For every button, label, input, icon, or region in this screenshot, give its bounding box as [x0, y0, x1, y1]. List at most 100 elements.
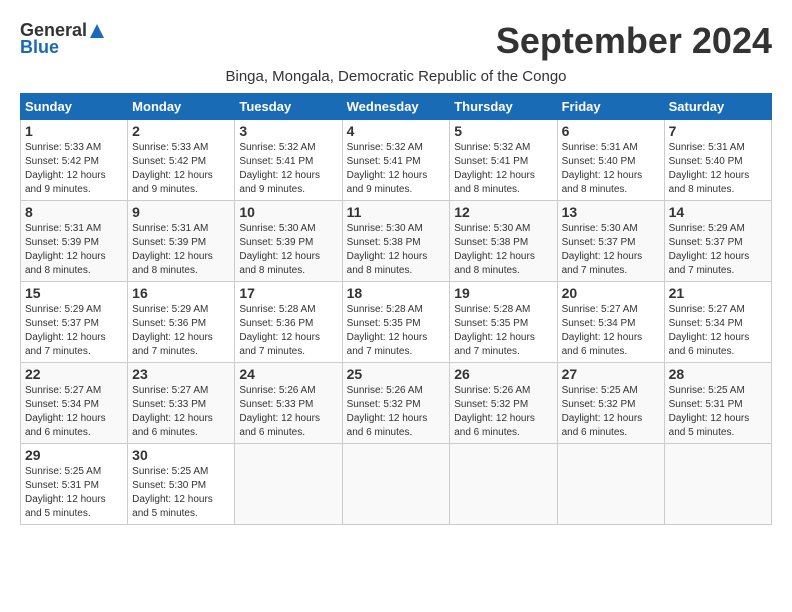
- table-row: 5 Sunrise: 5:32 AMSunset: 5:41 PMDaylight…: [450, 120, 557, 201]
- table-row: 19 Sunrise: 5:28 AMSunset: 5:35 PMDayligh…: [450, 282, 557, 363]
- day-info: Sunrise: 5:25 AMSunset: 5:31 PMDaylight:…: [25, 465, 123, 521]
- calendar-body: 1 Sunrise: 5:33 AMSunset: 5:42 PMDaylight…: [21, 120, 772, 525]
- day-info: Sunrise: 5:28 AMSunset: 5:35 PMDaylight:…: [454, 303, 552, 359]
- day-number: 26: [454, 366, 552, 382]
- day-number: 16: [132, 285, 230, 301]
- day-number: 28: [669, 366, 767, 382]
- day-info: Sunrise: 5:25 AMSunset: 5:31 PMDaylight:…: [669, 384, 767, 440]
- day-info: Sunrise: 5:26 AMSunset: 5:32 PMDaylight:…: [454, 384, 552, 440]
- col-wednesday: Wednesday: [342, 94, 450, 120]
- table-row: [342, 444, 450, 525]
- col-friday: Friday: [557, 94, 664, 120]
- day-number: 15: [25, 285, 123, 301]
- day-number: 5: [454, 123, 552, 139]
- day-info: Sunrise: 5:26 AMSunset: 5:33 PMDaylight:…: [239, 384, 337, 440]
- calendar-header-row: Sunday Monday Tuesday Wednesday Thursday…: [21, 94, 772, 120]
- day-info: Sunrise: 5:30 AMSunset: 5:39 PMDaylight:…: [239, 222, 337, 278]
- day-info: Sunrise: 5:25 AMSunset: 5:32 PMDaylight:…: [562, 384, 660, 440]
- table-row: 15Sunrise: 5:29 AMSunset: 5:37 PMDayligh…: [21, 282, 128, 363]
- day-info: Sunrise: 5:30 AMSunset: 5:38 PMDaylight:…: [347, 222, 446, 278]
- day-info: Sunrise: 5:29 AMSunset: 5:36 PMDaylight:…: [132, 303, 230, 359]
- table-row: 1 Sunrise: 5:33 AMSunset: 5:42 PMDaylight…: [21, 120, 128, 201]
- day-info: Sunrise: 5:32 AMSunset: 5:41 PMDaylight:…: [239, 141, 337, 197]
- table-row: 14Sunrise: 5:29 AMSunset: 5:37 PMDayligh…: [664, 201, 771, 282]
- table-row: 26 Sunrise: 5:26 AMSunset: 5:32 PMDayligh…: [450, 363, 557, 444]
- table-row: 27 Sunrise: 5:25 AMSunset: 5:32 PMDayligh…: [557, 363, 664, 444]
- day-number: 13: [562, 204, 660, 220]
- table-row: 29 Sunrise: 5:25 AMSunset: 5:31 PMDayligh…: [21, 444, 128, 525]
- day-number: 23: [132, 366, 230, 382]
- table-row: 22 Sunrise: 5:27 AMSunset: 5:34 PMDayligh…: [21, 363, 128, 444]
- table-row: 28 Sunrise: 5:25 AMSunset: 5:31 PMDayligh…: [664, 363, 771, 444]
- col-thursday: Thursday: [450, 94, 557, 120]
- day-info: Sunrise: 5:25 AMSunset: 5:30 PMDaylight:…: [132, 465, 230, 521]
- table-row: 10 Sunrise: 5:30 AMSunset: 5:39 PMDayligh…: [235, 201, 342, 282]
- col-sunday: Sunday: [21, 94, 128, 120]
- day-info: Sunrise: 5:31 AMSunset: 5:39 PMDaylight:…: [132, 222, 230, 278]
- day-info: Sunrise: 5:33 AMSunset: 5:42 PMDaylight:…: [132, 141, 230, 197]
- day-info: Sunrise: 5:33 AMSunset: 5:42 PMDaylight:…: [25, 141, 123, 197]
- calendar-week-row: 8 Sunrise: 5:31 AMSunset: 5:39 PMDaylight…: [21, 201, 772, 282]
- table-row: 30 Sunrise: 5:25 AMSunset: 5:30 PMDayligh…: [128, 444, 235, 525]
- col-tuesday: Tuesday: [235, 94, 342, 120]
- day-number: 2: [132, 123, 230, 139]
- table-row: 3 Sunrise: 5:32 AMSunset: 5:41 PMDaylight…: [235, 120, 342, 201]
- calendar-subtitle: Binga, Mongala, Democratic Republic of t…: [20, 68, 772, 85]
- day-info: Sunrise: 5:27 AMSunset: 5:34 PMDaylight:…: [669, 303, 767, 359]
- day-number: 19: [454, 285, 552, 301]
- logo-icon: [88, 22, 106, 40]
- logo: General Blue: [20, 20, 106, 58]
- col-monday: Monday: [128, 94, 235, 120]
- day-number: 3: [239, 123, 337, 139]
- day-number: 8: [25, 204, 123, 220]
- day-info: Sunrise: 5:27 AMSunset: 5:34 PMDaylight:…: [562, 303, 660, 359]
- day-number: 10: [239, 204, 337, 220]
- day-number: 14: [669, 204, 767, 220]
- day-number: 27: [562, 366, 660, 382]
- day-info: Sunrise: 5:27 AMSunset: 5:34 PMDaylight:…: [25, 384, 123, 440]
- day-number: 30: [132, 447, 230, 463]
- day-info: Sunrise: 5:31 AMSunset: 5:39 PMDaylight:…: [25, 222, 123, 278]
- day-number: 9: [132, 204, 230, 220]
- day-number: 24: [239, 366, 337, 382]
- table-row: 24 Sunrise: 5:26 AMSunset: 5:33 PMDayligh…: [235, 363, 342, 444]
- calendar-week-row: 15Sunrise: 5:29 AMSunset: 5:37 PMDayligh…: [21, 282, 772, 363]
- table-row: 4Sunrise: 5:32 AMSunset: 5:41 PMDaylight…: [342, 120, 450, 201]
- day-info: Sunrise: 5:31 AMSunset: 5:40 PMDaylight:…: [562, 141, 660, 197]
- day-number: 12: [454, 204, 552, 220]
- day-number: 18: [347, 285, 446, 301]
- col-saturday: Saturday: [664, 94, 771, 120]
- table-row: 6 Sunrise: 5:31 AMSunset: 5:40 PMDaylight…: [557, 120, 664, 201]
- day-info: Sunrise: 5:30 AMSunset: 5:37 PMDaylight:…: [562, 222, 660, 278]
- day-info: Sunrise: 5:32 AMSunset: 5:41 PMDaylight:…: [454, 141, 552, 197]
- day-info: Sunrise: 5:26 AMSunset: 5:32 PMDaylight:…: [347, 384, 446, 440]
- day-number: 1: [25, 123, 123, 139]
- table-row: [664, 444, 771, 525]
- calendar-table: Sunday Monday Tuesday Wednesday Thursday…: [20, 93, 772, 525]
- day-info: Sunrise: 5:28 AMSunset: 5:35 PMDaylight:…: [347, 303, 446, 359]
- table-row: [235, 444, 342, 525]
- day-number: 22: [25, 366, 123, 382]
- table-row: 16 Sunrise: 5:29 AMSunset: 5:36 PMDayligh…: [128, 282, 235, 363]
- day-info: Sunrise: 5:28 AMSunset: 5:36 PMDaylight:…: [239, 303, 337, 359]
- day-number: 7: [669, 123, 767, 139]
- day-info: Sunrise: 5:27 AMSunset: 5:33 PMDaylight:…: [132, 384, 230, 440]
- day-number: 17: [239, 285, 337, 301]
- table-row: 12Sunrise: 5:30 AMSunset: 5:38 PMDayligh…: [450, 201, 557, 282]
- table-row: 8 Sunrise: 5:31 AMSunset: 5:39 PMDaylight…: [21, 201, 128, 282]
- table-row: [557, 444, 664, 525]
- table-row: 23 Sunrise: 5:27 AMSunset: 5:33 PMDayligh…: [128, 363, 235, 444]
- day-number: 11: [347, 204, 446, 220]
- day-number: 25: [347, 366, 446, 382]
- table-row: 13 Sunrise: 5:30 AMSunset: 5:37 PMDayligh…: [557, 201, 664, 282]
- day-number: 21: [669, 285, 767, 301]
- table-row: 21 Sunrise: 5:27 AMSunset: 5:34 PMDayligh…: [664, 282, 771, 363]
- day-number: 29: [25, 447, 123, 463]
- day-number: 6: [562, 123, 660, 139]
- table-row: 11 Sunrise: 5:30 AMSunset: 5:38 PMDayligh…: [342, 201, 450, 282]
- table-row: 9 Sunrise: 5:31 AMSunset: 5:39 PMDaylight…: [128, 201, 235, 282]
- calendar-week-row: 22 Sunrise: 5:27 AMSunset: 5:34 PMDayligh…: [21, 363, 772, 444]
- table-row: 18 Sunrise: 5:28 AMSunset: 5:35 PMDayligh…: [342, 282, 450, 363]
- table-row: 25 Sunrise: 5:26 AMSunset: 5:32 PMDayligh…: [342, 363, 450, 444]
- calendar-week-row: 1 Sunrise: 5:33 AMSunset: 5:42 PMDaylight…: [21, 120, 772, 201]
